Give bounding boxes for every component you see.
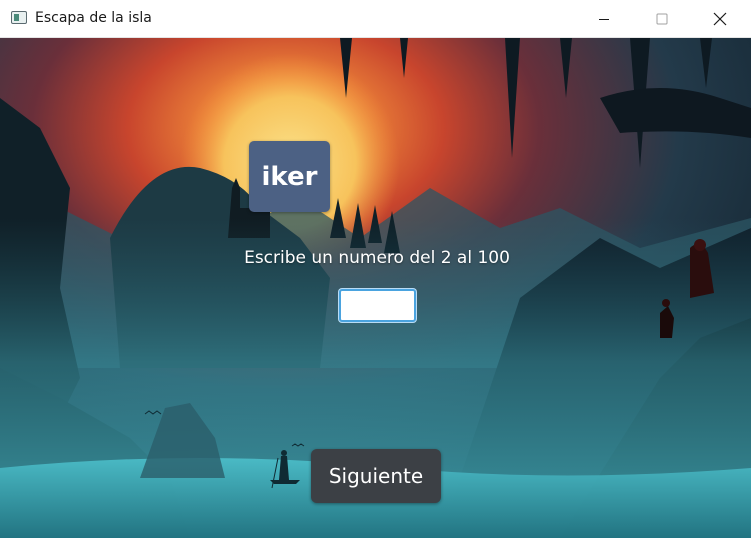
app-window-icon [11,11,27,24]
minimize-icon [599,18,609,20]
close-icon [713,12,727,25]
player-name-badge: iker [249,141,330,212]
number-input[interactable] [339,289,416,322]
minimize-button[interactable] [581,0,627,37]
window-title: Escapa de la isla [35,10,152,26]
title-bar[interactable]: Escapa de la isla [0,0,751,38]
maximize-icon [656,13,668,24]
maximize-button[interactable] [639,0,685,37]
close-button[interactable] [697,0,743,37]
background-illustration: iker Escribe un numero del 2 al 100 Sigu… [0,38,751,538]
number-prompt-label: Escribe un numero del 2 al 100 [244,248,510,268]
next-button[interactable]: Siguiente [311,449,441,503]
app-window: Escapa de la isla iker Escribe un numero… [0,0,751,538]
